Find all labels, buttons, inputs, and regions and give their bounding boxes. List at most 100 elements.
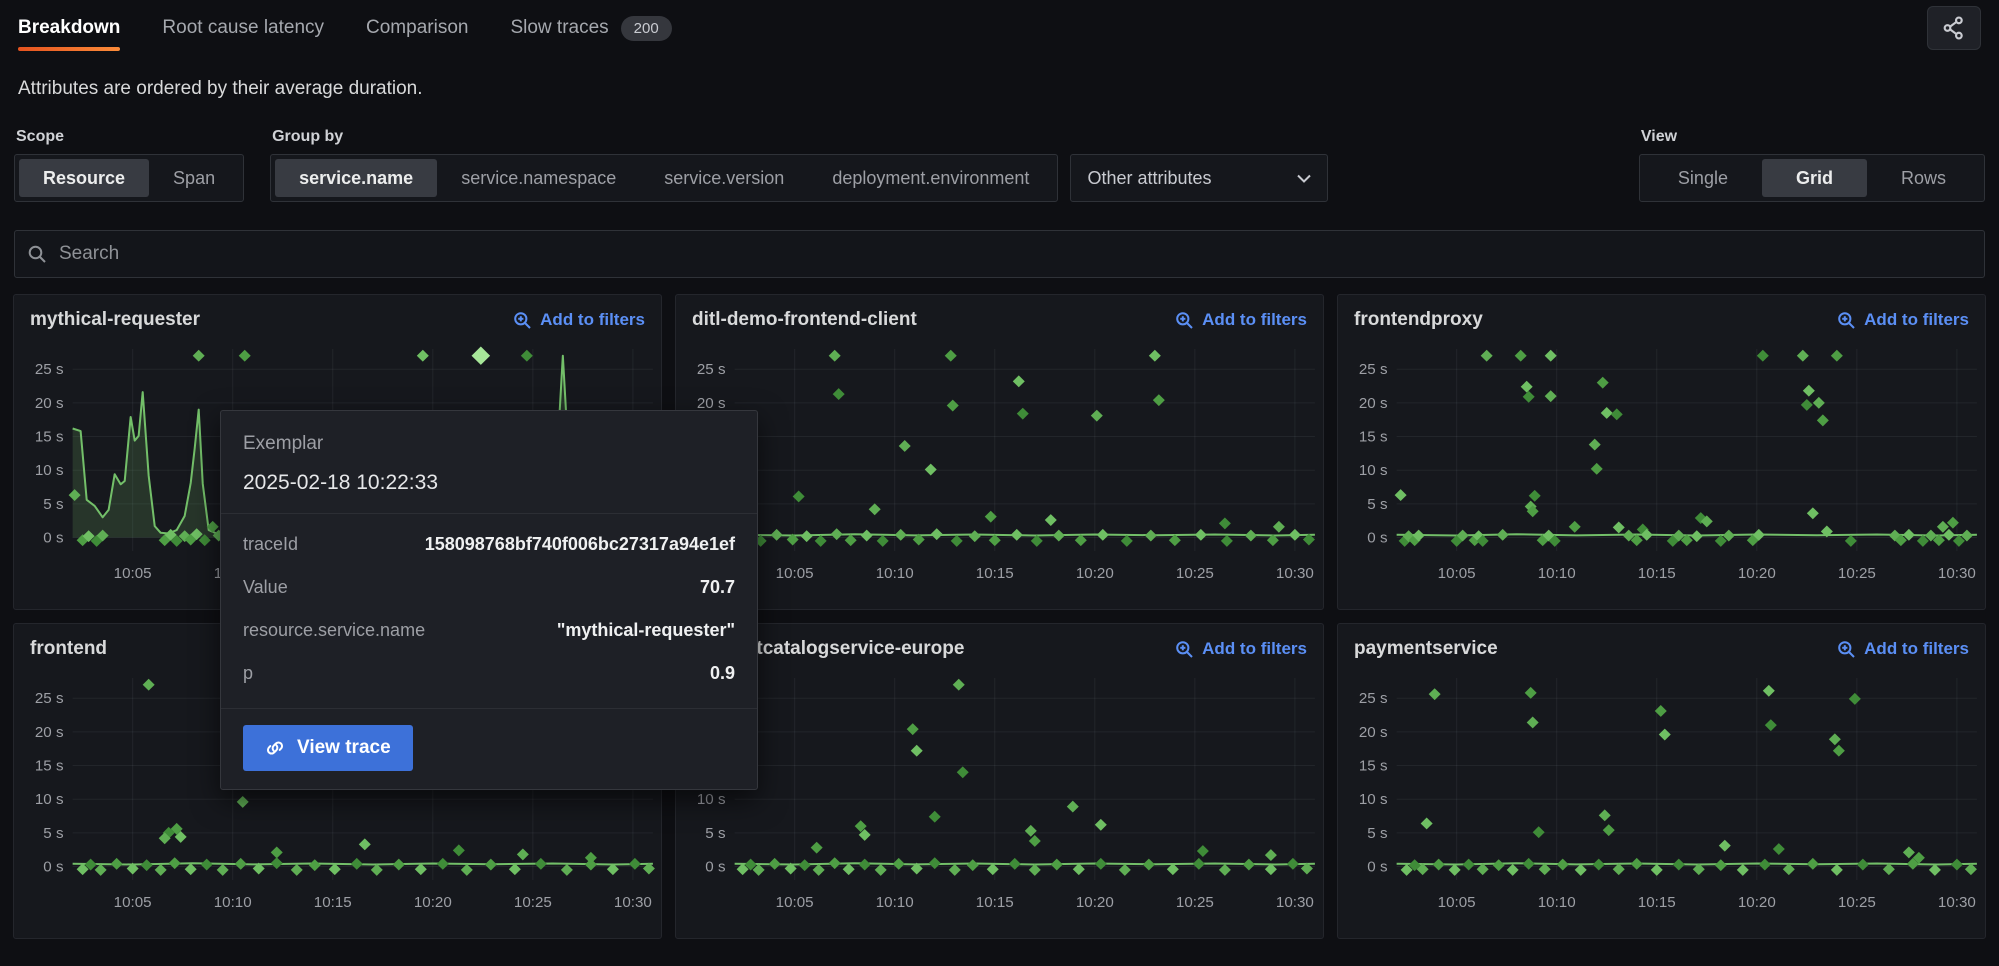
svg-text:0 s: 0 s [1367,530,1387,547]
svg-text:10 s: 10 s [35,791,64,808]
panel-card: paymentservice Add to filters 0 s5 s10 s… [1337,623,1986,939]
svg-text:10:30: 10:30 [1276,894,1314,911]
group-by-option-service-namespace[interactable]: service.namespace [437,159,640,197]
group-by-label: Group by [272,128,1326,146]
panel-card: frontendproxy Add to filters 0 s5 s10 s1… [1337,294,1986,610]
view-option-grid[interactable]: Grid [1762,159,1867,197]
tooltip-row-value: 0.9 [710,663,735,684]
svg-text:10:05: 10:05 [776,894,814,911]
scatter-chart[interactable]: 0 s5 s10 s15 s20 s25 s10:0510:1010:1510:… [676,339,1323,589]
svg-text:10 s: 10 s [1359,791,1388,808]
scope-option-resource[interactable]: Resource [19,159,149,197]
tab-label: Comparison [366,17,468,39]
add-to-filters-link[interactable]: Add to filters [1837,639,1969,659]
svg-text:5 s: 5 s [43,496,63,513]
svg-text:10:05: 10:05 [1438,894,1476,911]
svg-text:0 s: 0 s [43,530,63,547]
svg-text:10:10: 10:10 [876,565,914,582]
add-to-filters-link[interactable]: Add to filters [1175,310,1307,330]
svg-text:10:20: 10:20 [1076,894,1114,911]
group-by-option-service-version[interactable]: service.version [640,159,808,197]
add-to-filters-link[interactable]: Add to filters [1837,310,1969,330]
scope-label: Scope [16,128,242,146]
view-trace-button[interactable]: View trace [243,725,413,771]
scatter-chart[interactable]: 0 s5 s10 s15 s20 s25 s10:0510:1010:1510:… [1338,668,1985,918]
group-by-radio-group: service.name service.namespace service.v… [270,154,1058,202]
svg-text:10:20: 10:20 [1738,894,1776,911]
svg-text:10 s: 10 s [697,791,726,808]
view-label: View [1641,128,1983,146]
svg-text:0 s: 0 s [1367,859,1387,876]
group-by-control: Group by service.name service.namespace … [270,128,1328,202]
svg-text:10:15: 10:15 [976,565,1014,582]
add-to-filters-label: Add to filters [540,310,645,330]
view-option-single[interactable]: Single [1644,159,1762,197]
zoom-plus-icon [1175,311,1194,330]
svg-text:15 s: 15 s [1359,758,1388,775]
svg-text:25 s: 25 s [1359,361,1388,378]
svg-text:10:25: 10:25 [514,894,552,911]
tooltip-row-p: p 0.9 [243,663,735,684]
svg-text:10:05: 10:05 [1438,565,1476,582]
zoom-plus-icon [1837,311,1856,330]
search-bar [14,230,1985,278]
group-by-option-service-name[interactable]: service.name [275,159,437,197]
panel-title: frontend [30,638,107,660]
zoom-plus-icon [1837,640,1856,659]
view-trace-label: View trace [297,737,391,759]
svg-text:25 s: 25 s [697,361,726,378]
svg-text:10:30: 10:30 [1276,565,1314,582]
tooltip-row-label: Value [243,577,288,598]
tooltip-row-value: "mythical-requester" [557,620,735,641]
controls-row: Scope Resource Span Group by service.nam… [14,128,1985,202]
svg-text:10:15: 10:15 [976,894,1014,911]
tab-root-cause-latency[interactable]: Root cause latency [162,0,324,56]
svg-text:10:25: 10:25 [1176,894,1214,911]
scope-option-span[interactable]: Span [149,159,239,197]
svg-text:10:05: 10:05 [114,894,152,911]
other-attributes-select[interactable]: Other attributes [1070,154,1328,202]
tooltip-row-label: p [243,663,253,684]
tab-comparison[interactable]: Comparison [366,0,468,56]
svg-text:10 s: 10 s [35,462,64,479]
svg-text:10:10: 10:10 [1538,565,1576,582]
svg-text:0 s: 0 s [43,859,63,876]
tab-slow-traces[interactable]: Slow traces 200 [510,0,671,56]
tooltip-row-service-name: resource.service.name "mythical-requeste… [243,620,735,641]
view-option-rows[interactable]: Rows [1867,159,1980,197]
svg-text:20 s: 20 s [35,724,64,741]
scope-radio-group: Resource Span [14,154,244,202]
scatter-chart[interactable]: 0 s5 s10 s15 s20 s25 s10:0510:1010:1510:… [1338,339,1985,589]
share-nodes-icon [1941,15,1967,41]
svg-text:15 s: 15 s [35,429,64,446]
add-to-filters-link[interactable]: Add to filters [513,310,645,330]
panel-card: ditl-demo-frontend-client Add to filters… [675,294,1324,610]
scatter-chart[interactable]: 0 s5 s10 s15 s20 s25 s10:0510:1010:1510:… [676,668,1323,918]
view-control: View Single Grid Rows [1639,128,1985,202]
view-radio-group: Single Grid Rows [1639,154,1985,202]
svg-text:10:30: 10:30 [614,894,652,911]
svg-text:15 s: 15 s [35,758,64,775]
tooltip-title: Exemplar [243,433,735,455]
add-to-filters-label: Add to filters [1864,639,1969,659]
zoom-plus-icon [513,311,532,330]
svg-text:10:20: 10:20 [1738,565,1776,582]
svg-text:10:20: 10:20 [1076,565,1114,582]
panel-title: paymentservice [1354,638,1498,660]
scope-control: Scope Resource Span [14,128,244,202]
svg-text:10:10: 10:10 [1538,894,1576,911]
svg-text:10:25: 10:25 [1176,565,1214,582]
svg-text:25 s: 25 s [35,361,64,378]
svg-text:5 s: 5 s [1367,496,1387,513]
svg-text:10:15: 10:15 [1638,894,1676,911]
link-icon [265,738,285,758]
add-to-filters-link[interactable]: Add to filters [1175,639,1307,659]
share-button[interactable] [1927,6,1981,50]
tab-breakdown[interactable]: Breakdown [18,0,120,56]
svg-text:20 s: 20 s [1359,724,1388,741]
exemplar-tooltip: Exemplar 2025-02-18 10:22:33 traceId 158… [220,410,758,790]
search-input[interactable] [57,242,1972,266]
group-by-option-deployment-environment[interactable]: deployment.environment [808,159,1053,197]
svg-text:10:25: 10:25 [1838,565,1876,582]
svg-text:0 s: 0 s [705,859,725,876]
